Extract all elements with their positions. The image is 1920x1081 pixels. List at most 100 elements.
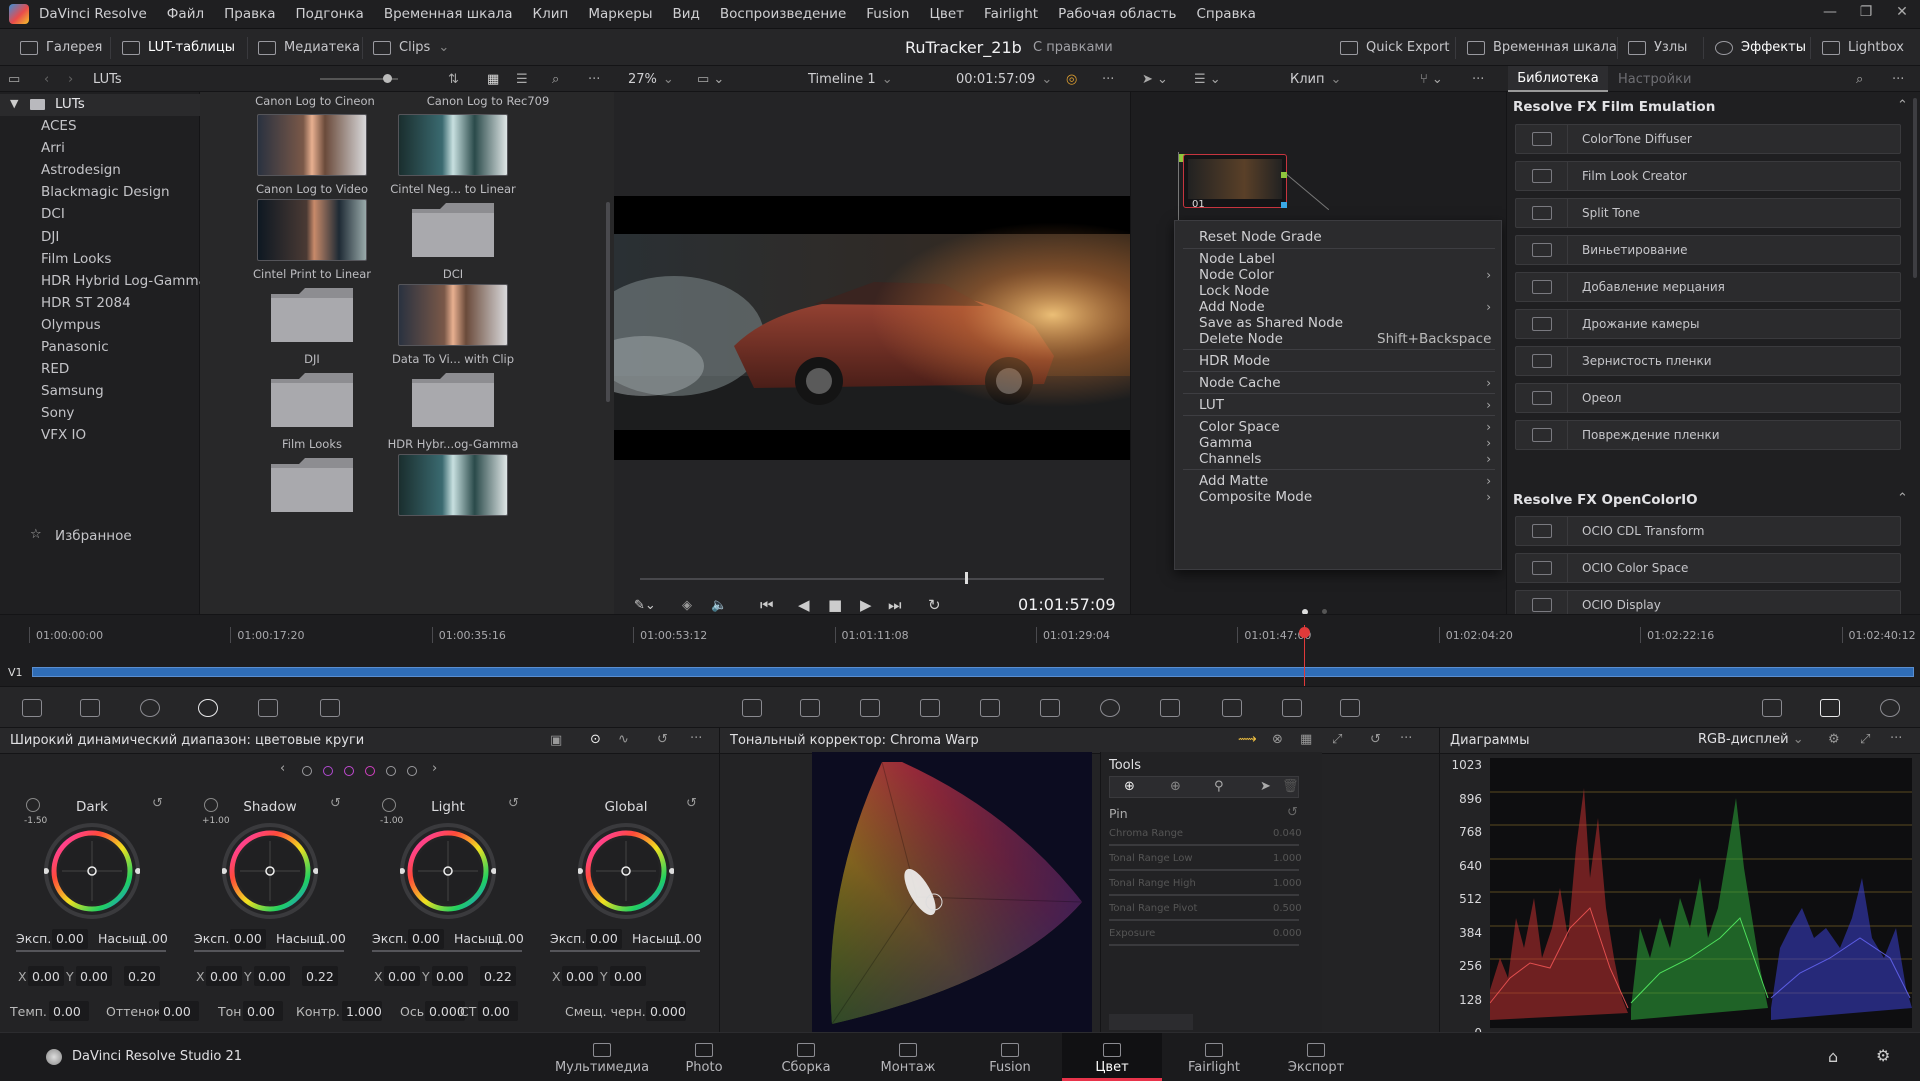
layers-icon[interactable]: ◈ xyxy=(682,598,692,613)
effects-scrollbar[interactable] xyxy=(1913,98,1917,278)
tree-item[interactable]: HDR Hybrid Log-Gamma xyxy=(41,273,207,289)
lut-thumbnail[interactable] xyxy=(257,114,367,176)
home-icon[interactable]: ⌂ xyxy=(1828,1047,1838,1066)
clip-mode-select[interactable]: Клип ⌄ xyxy=(1290,66,1341,92)
timecode-select[interactable]: 00:01:57:09 ⌄ xyxy=(956,66,1052,92)
pointer-icon[interactable]: ➤ ⌄ xyxy=(1142,66,1168,92)
wheel-reset-icon[interactable]: ↺ xyxy=(686,796,697,811)
nodes-button[interactable]: Узлы xyxy=(1628,29,1687,66)
search-icon[interactable]: ⌕ xyxy=(552,66,559,92)
share-node-icon[interactable]: ⑂ ⌄ xyxy=(1420,66,1443,92)
panel-icon[interactable]: ▣ xyxy=(550,733,562,748)
effects-more-icon[interactable]: ··· xyxy=(1892,66,1904,92)
blur-icon[interactable] xyxy=(1100,699,1120,717)
effect-item[interactable]: ColorTone Diffuser xyxy=(1515,124,1901,154)
scope-expand-icon[interactable]: ⤢ xyxy=(1860,732,1870,747)
wheels-more-icon[interactable]: ··· xyxy=(690,731,702,746)
warp-icon[interactable]: ⟿ xyxy=(1238,732,1257,747)
context-menu-item[interactable]: Save as Shared Node xyxy=(1199,315,1343,331)
tab-settings[interactable]: Настройки xyxy=(1618,66,1691,92)
effect-item[interactable]: Виньетирование xyxy=(1515,235,1901,265)
tree-item[interactable]: Sony xyxy=(41,405,74,421)
zone-indicator-icon[interactable] xyxy=(26,798,40,812)
menu-item[interactable]: Временная шкала xyxy=(374,6,523,22)
effect-item[interactable]: Film Look Creator xyxy=(1515,161,1901,191)
exposure-slider[interactable] xyxy=(372,950,522,952)
browser-scrollbar[interactable] xyxy=(606,202,610,402)
tree-item[interactable]: Panasonic xyxy=(41,339,109,355)
lut-thumbnail[interactable] xyxy=(398,114,508,176)
sizing-icon[interactable] xyxy=(1222,699,1242,717)
reset-icon[interactable]: ↺ xyxy=(657,732,668,747)
menu-item[interactable]: Подгонка xyxy=(285,6,373,22)
color-wheel[interactable] xyxy=(400,823,496,919)
skip-forward-icon[interactable]: ⏭ xyxy=(888,596,902,614)
effect-item[interactable]: Зернистость пленки xyxy=(1515,346,1901,376)
exposure-slider[interactable] xyxy=(194,950,344,952)
tree-item[interactable]: Arri xyxy=(41,140,65,156)
fullscreen-icon[interactable]: ⤢ xyxy=(1332,732,1342,747)
node-more-icon[interactable]: ··· xyxy=(1472,66,1484,92)
effect-item[interactable]: Ореол xyxy=(1515,383,1901,413)
context-menu-item[interactable]: Gamma xyxy=(1199,435,1252,451)
node-key-connector[interactable] xyxy=(1281,202,1287,208)
zone-dot[interactable] xyxy=(344,766,354,776)
scrubber-handle[interactable] xyxy=(964,572,968,584)
hdr-wheels-icon[interactable] xyxy=(198,699,218,717)
chevron-down-icon[interactable]: ▼ xyxy=(10,97,18,110)
skip-back-icon[interactable]: ⏮ xyxy=(760,596,774,614)
tree-item[interactable]: ACES xyxy=(41,118,77,134)
nav-item[interactable]: Photo xyxy=(654,1033,754,1081)
nav-item[interactable]: Цвет xyxy=(1062,1033,1162,1081)
scope-more-icon[interactable]: ··· xyxy=(1890,731,1902,746)
qualifier-icon[interactable] xyxy=(860,699,880,717)
menu-item[interactable]: Fairlight xyxy=(974,6,1048,22)
lut-thumbnail[interactable] xyxy=(398,454,508,516)
chroma-canvas[interactable] xyxy=(812,752,1092,1032)
collapse-icon[interactable]: ⌃ xyxy=(1897,98,1908,113)
menu-item[interactable]: Маркеры xyxy=(578,6,662,22)
minimize-icon[interactable]: — xyxy=(1816,4,1844,24)
chroma-param-slider[interactable] xyxy=(1109,844,1299,846)
3d-icon[interactable] xyxy=(1282,699,1302,717)
effect-item[interactable]: OCIO CDL Transform xyxy=(1515,516,1901,546)
next-zone-icon[interactable]: › xyxy=(432,761,437,776)
grid-view-icon[interactable]: ▦ xyxy=(487,66,499,92)
zone-indicator-icon[interactable] xyxy=(382,798,396,812)
effect-item[interactable]: Повреждение пленки xyxy=(1515,420,1901,450)
effects-button[interactable]: Эффекты xyxy=(1715,29,1806,66)
more-options-icon[interactable]: ··· xyxy=(588,66,600,92)
nav-item[interactable]: Мультимедиа xyxy=(552,1033,652,1081)
keyframes-icon[interactable] xyxy=(1762,699,1782,717)
menu-item[interactable]: Вид xyxy=(663,6,710,22)
context-menu-item[interactable]: Channels xyxy=(1199,451,1261,467)
fx-section-opencolorio[interactable]: Resolve FX OpenColorIO xyxy=(1513,492,1698,508)
tracker-icon[interactable] xyxy=(980,699,1000,717)
gallery-button[interactable]: Галерея xyxy=(20,29,102,66)
curves-icon[interactable] xyxy=(742,699,762,717)
context-menu-item[interactable]: Composite Mode xyxy=(1199,489,1312,505)
add-point-icon[interactable]: ⊕ xyxy=(1170,779,1181,794)
zone-dot[interactable] xyxy=(407,766,417,776)
nav-item[interactable]: Экспорт xyxy=(1266,1033,1366,1081)
wheel-reset-icon[interactable]: ↺ xyxy=(330,796,341,811)
color-wheel[interactable] xyxy=(44,823,140,919)
key-icon[interactable] xyxy=(1160,699,1180,717)
timeline-button[interactable]: Временная шкала xyxy=(1467,29,1617,66)
stop-icon[interactable]: ■ xyxy=(828,596,842,614)
context-menu-item[interactable]: Color Space xyxy=(1199,419,1280,435)
zone-dot[interactable] xyxy=(365,766,375,776)
wheel-mode-icon[interactable]: ⊙ xyxy=(590,732,601,747)
menu-item[interactable]: Рабочая область xyxy=(1048,6,1186,22)
context-menu-item[interactable]: Add Node xyxy=(1199,299,1265,315)
nav-item[interactable]: Монтаж xyxy=(858,1033,958,1081)
timeline-select[interactable]: Timeline 1 ⌄ xyxy=(808,66,893,92)
folder-thumbnail[interactable] xyxy=(269,286,355,344)
scopes-icon[interactable] xyxy=(1820,699,1840,717)
primaries-icon[interactable] xyxy=(140,699,160,717)
effect-item[interactable]: Дрожание камеры xyxy=(1515,309,1901,339)
color-wheel[interactable] xyxy=(578,823,674,919)
settings-gear-icon[interactable]: ⚙ xyxy=(1876,1046,1890,1065)
color-match-icon[interactable] xyxy=(80,699,100,717)
nav-item[interactable]: Сборка xyxy=(756,1033,856,1081)
